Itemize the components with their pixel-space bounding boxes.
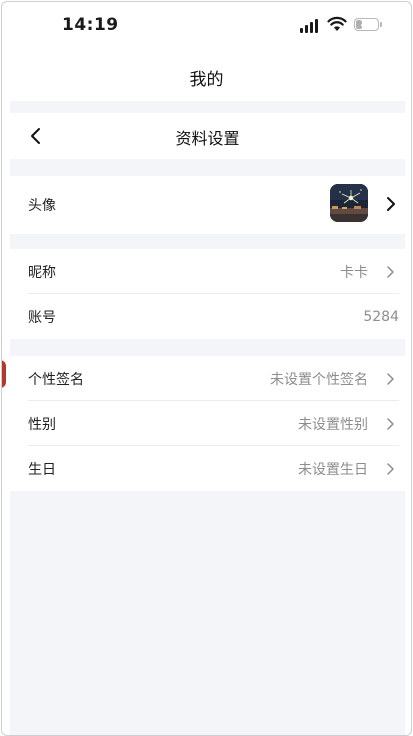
account-card: 昵称 卡卡 账号 5284 [10,249,405,339]
birthday-row[interactable]: 生日 未设置生日 [10,446,405,491]
details-card: 个性签名 未设置个性签名 性别 未设置性别 生日 未设置生日 [10,356,405,491]
signature-row[interactable]: 个性签名 未设置个性签名 [10,356,405,401]
page-title: 我的 [189,70,224,90]
wifi-icon [327,16,347,31]
cellular-signal-icon [300,19,320,33]
chevron-right-icon [387,462,394,475]
status-bar: 14:19 25 [2,2,411,50]
gender-label: 性别 [28,416,56,433]
status-time: 14:19 [62,15,119,35]
nav-title: 资料设置 [175,129,240,148]
avatar-image [330,184,368,222]
nickname-row[interactable]: 昵称 卡卡 [10,249,405,294]
avatar-label: 头像 [28,198,56,214]
avatar-row[interactable]: 头像 [10,176,405,234]
gender-value: 未设置性别 [298,416,368,433]
content-area: 资料设置 头像 昵称 卡卡 账号 5284 个性签名 未设置个性签名 性别 未设… [10,101,405,735]
background-app-edge [2,360,6,388]
chevron-right-icon [387,197,395,211]
chevron-right-icon [387,265,394,278]
battery-level: 25 [360,19,373,29]
avatar-card: 头像 [10,176,405,234]
app-screen: 14:19 25 我的 资料设置 头像 昵称 卡卡 账号 5284 个性签名 未… [1,1,412,736]
account-row: 账号 5284 [10,294,405,339]
account-label: 账号 [28,309,56,326]
gender-row[interactable]: 性别 未设置性别 [10,401,405,446]
signature-label: 个性签名 [28,371,84,388]
battery-cap [380,22,382,27]
battery-icon: 25 [354,18,379,31]
signature-value: 未设置个性签名 [270,371,368,388]
account-value: 5284 [363,308,399,325]
nav-bar: 资料设置 [10,113,405,159]
chevron-right-icon [387,417,394,430]
birthday-label: 生日 [28,461,56,478]
avatar[interactable] [330,184,368,222]
nickname-value: 卡卡 [340,264,368,281]
nickname-label: 昵称 [28,264,56,281]
chevron-right-icon [387,372,394,385]
birthday-value: 未设置生日 [298,461,368,478]
